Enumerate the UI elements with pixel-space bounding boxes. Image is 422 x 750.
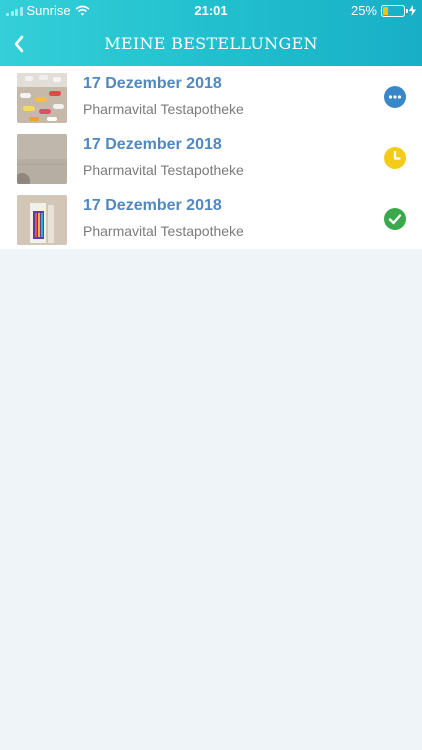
page-title: MEINE BESTELLUNGEN <box>104 34 318 53</box>
pharmacy-name: Pharmavital Testapotheke <box>83 101 244 117</box>
order-date: 17 Dezember 2018 <box>83 136 222 153</box>
order-row[interactable]: 17 Dezember 2018 Pharmavital Testapothek… <box>0 127 422 188</box>
order-date: 17 Dezember 2018 <box>83 197 222 214</box>
order-thumbnail <box>17 134 67 184</box>
order-row[interactable]: 17 Dezember 2018 Pharmavital Testapothek… <box>0 66 422 127</box>
order-date: 17 Dezember 2018 <box>83 75 222 92</box>
nav-bar: MEINE BESTELLUNGEN <box>0 22 422 66</box>
charging-bolt-icon <box>409 5 416 16</box>
orders-list: 17 Dezember 2018 Pharmavital Testapothek… <box>0 66 422 249</box>
status-bar: Sunrise 21:01 25% <box>0 0 422 22</box>
more-dots-icon[interactable] <box>384 86 406 108</box>
battery-percent: 25% <box>350 3 377 18</box>
status-right: 25% <box>351 3 416 18</box>
pharmacy-name: Pharmavital Testapotheke <box>83 223 244 239</box>
pharmacy-name: Pharmavital Testapotheke <box>83 162 244 178</box>
app-header: Sunrise 21:01 25% MEINE BESTELLUNGEN <box>0 0 422 66</box>
order-thumbnail <box>17 195 67 245</box>
clock-icon[interactable] <box>384 147 406 169</box>
order-thumbnail <box>17 73 67 123</box>
battery-icon <box>381 4 408 17</box>
order-row[interactable]: 17 Dezember 2018 Pharmavital Testapothek… <box>0 188 422 249</box>
check-icon[interactable] <box>384 208 406 230</box>
